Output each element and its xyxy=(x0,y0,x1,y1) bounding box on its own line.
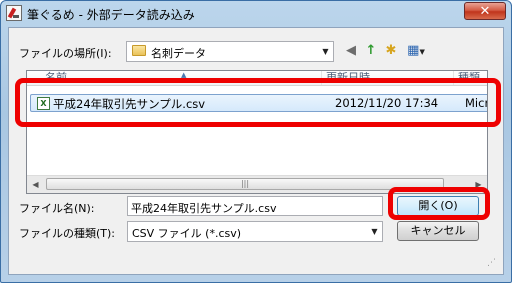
scroll-right-icon[interactable]: ▶ xyxy=(470,176,487,193)
horizontal-scrollbar[interactable]: ◀ ||| ▶ xyxy=(27,175,487,193)
chevron-down-icon[interactable]: ▼ xyxy=(367,222,382,241)
up-folder-icon[interactable]: ↑ xyxy=(362,42,380,60)
location-combobox[interactable]: 名刺データ ▼ xyxy=(126,41,334,62)
list-header: 名前 ▲ 更新日時 種類 xyxy=(27,71,487,86)
filetype-label: ファイルの種類(T): xyxy=(19,227,116,240)
column-header-modified[interactable]: 更新日時 xyxy=(322,71,454,85)
app-icon xyxy=(6,5,22,21)
cancel-button[interactable]: キャンセル xyxy=(397,221,479,241)
title-bar[interactable]: 筆ぐるめ - 外部データ読み込み ✕ xyxy=(1,1,511,27)
chevron-down-icon[interactable]: ▼ xyxy=(318,42,333,61)
location-label: ファイルの場所(I): xyxy=(19,47,112,60)
file-modified: 2012/11/20 17:34 xyxy=(335,96,439,110)
csv-file-icon: X xyxy=(37,97,50,110)
column-header-type[interactable]: 種類 xyxy=(454,71,487,85)
scroll-left-icon[interactable]: ◀ xyxy=(27,176,44,193)
window-title: 筆ぐるめ - 外部データ読み込み xyxy=(27,8,195,22)
filename-label: ファイル名(N): xyxy=(19,202,95,215)
filename-value: 平成24年取引先サンプル.csv xyxy=(131,202,277,215)
column-header-name[interactable]: 名前 xyxy=(27,71,322,85)
sort-ascending-icon: ▲ xyxy=(181,71,187,79)
location-value: 名刺データ xyxy=(151,47,206,60)
close-button[interactable]: ✕ xyxy=(464,2,506,20)
resize-grip-icon[interactable]: ⋰ xyxy=(487,258,497,268)
file-type: Micr xyxy=(465,96,488,110)
views-menu-icon[interactable]: ▦▼ xyxy=(403,42,429,60)
list-item[interactable]: X 平成24年取引先サンプル.csv 2012/11/20 17:34 Micr xyxy=(30,94,488,112)
dialog-body: ファイルの場所(I): 名刺データ ▼ ◀ ↑ ✱ ▦▼ 名前 ▲ 更新日時 種… xyxy=(8,27,504,275)
filetype-value: CSV ファイル (*.csv) xyxy=(132,227,242,240)
filetype-select[interactable]: CSV ファイル (*.csv) ▼ xyxy=(127,221,383,242)
file-open-dialog: 筆ぐるめ - 外部データ読み込み ✕ ファイルの場所(I): 名刺データ ▼ ◀… xyxy=(0,0,512,283)
back-icon[interactable]: ◀ xyxy=(342,42,360,60)
scrollbar-thumb[interactable]: ||| xyxy=(46,178,444,190)
open-button[interactable]: 開く(O) xyxy=(397,196,479,216)
file-list[interactable]: 名前 ▲ 更新日時 種類 X 平成24年取引先サンプル.csv 2012/11/… xyxy=(26,70,488,194)
file-name: 平成24年取引先サンプル.csv xyxy=(53,97,206,111)
new-folder-icon[interactable]: ✱ xyxy=(382,42,400,60)
folder-icon xyxy=(132,45,146,56)
filename-input[interactable]: 平成24年取引先サンプル.csv xyxy=(127,196,383,216)
